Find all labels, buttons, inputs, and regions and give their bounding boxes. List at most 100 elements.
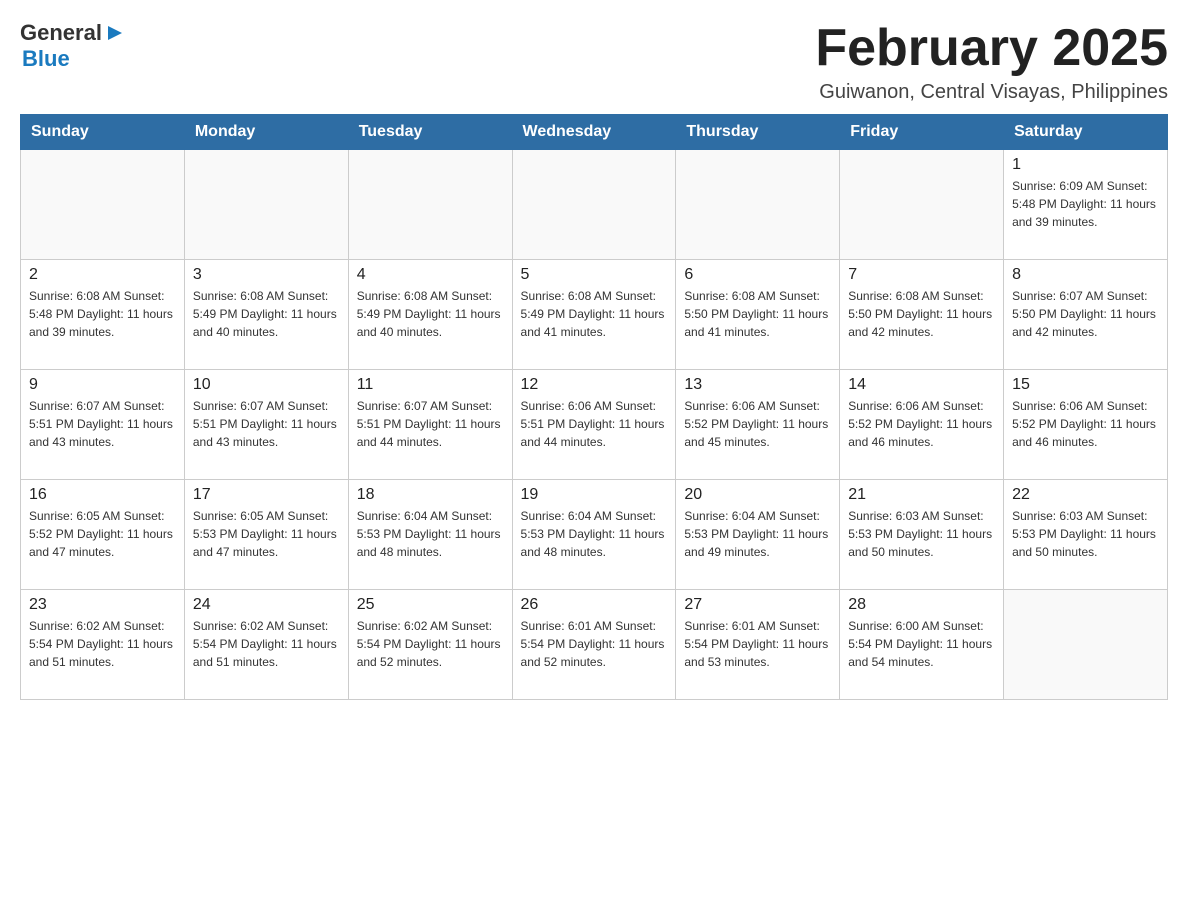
logo-blue-text: Blue: [22, 46, 124, 72]
calendar-day: 18 Sunrise: 6:04 AM Sunset: 5:53 PM Dayli…: [348, 480, 512, 590]
calendar-week-4: 16Sunrise: 6:05 AM Sunset: 5:52 PM Dayli…: [21, 480, 1168, 590]
day-info: Sunrise: 6:09 AM Sunset: 5:48 PM Dayligh…: [1012, 177, 1159, 231]
logo-general-text: General: [20, 20, 102, 46]
day-number: 14: [848, 376, 995, 394]
day-number: 18: [357, 486, 504, 504]
day-info: Sunrise: 6:08 AM Sunset: 5:49 PM Dayligh…: [521, 287, 668, 341]
day-number: 3: [193, 266, 340, 284]
day-info: Sunrise: 6:07 AM Sunset: 5:51 PM Dayligh…: [357, 397, 504, 451]
calendar-day: 1 Sunrise: 6:09 AM Sunset: 5:48 PM Daylig…: [1004, 150, 1168, 260]
calendar-header-row: Sunday Monday Tuesday Wednesday Thursday…: [21, 115, 1168, 150]
header-friday: Friday: [840, 115, 1004, 150]
day-info: Sunrise: 6:08 AM Sunset: 5:50 PM Dayligh…: [848, 287, 995, 341]
logo-arrow-icon: [106, 24, 124, 42]
day-number: 27: [684, 596, 831, 614]
day-number: 20: [684, 486, 831, 504]
header-saturday: Saturday: [1004, 115, 1168, 150]
calendar-day: 27Sunrise: 6:01 AM Sunset: 5:54 PM Dayli…: [676, 590, 840, 700]
day-info: Sunrise: 6:08 AM Sunset: 5:48 PM Dayligh…: [29, 287, 176, 341]
calendar-day: 11Sunrise: 6:07 AM Sunset: 5:51 PM Dayli…: [348, 370, 512, 480]
day-info: Sunrise: 6:05 AM Sunset: 5:53 PM Dayligh…: [193, 507, 340, 561]
day-number: 23: [29, 596, 176, 614]
calendar-day: 16Sunrise: 6:05 AM Sunset: 5:52 PM Dayli…: [21, 480, 185, 590]
day-info: Sunrise: 6:06 AM Sunset: 5:52 PM Dayligh…: [684, 397, 831, 451]
header-thursday: Thursday: [676, 115, 840, 150]
calendar-day: 10 Sunrise: 6:07 AM Sunset: 5:51 PM Dayli…: [184, 370, 348, 480]
day-number: 25: [357, 596, 504, 614]
day-number: 9: [29, 376, 176, 394]
calendar-day: 6Sunrise: 6:08 AM Sunset: 5:50 PM Daylig…: [676, 260, 840, 370]
logo: General Blue: [20, 20, 124, 72]
calendar-day: [840, 150, 1004, 260]
title-section: February 2025 Guiwanon, Central Visayas,…: [815, 20, 1168, 104]
calendar-day: 13 Sunrise: 6:06 AM Sunset: 5:52 PM Dayli…: [676, 370, 840, 480]
calendar-day: 17 Sunrise: 6:05 AM Sunset: 5:53 PM Dayli…: [184, 480, 348, 590]
calendar-day: 12 Sunrise: 6:06 AM Sunset: 5:51 PM Dayli…: [512, 370, 676, 480]
calendar-day: [512, 150, 676, 260]
calendar-day: [348, 150, 512, 260]
calendar-day: 9 Sunrise: 6:07 AM Sunset: 5:51 PM Daylig…: [21, 370, 185, 480]
day-info: Sunrise: 6:06 AM Sunset: 5:52 PM Dayligh…: [848, 397, 995, 451]
calendar-day: 5 Sunrise: 6:08 AM Sunset: 5:49 PM Daylig…: [512, 260, 676, 370]
day-info: Sunrise: 6:01 AM Sunset: 5:54 PM Dayligh…: [521, 617, 668, 671]
calendar-day: 26 Sunrise: 6:01 AM Sunset: 5:54 PM Dayli…: [512, 590, 676, 700]
day-info: Sunrise: 6:08 AM Sunset: 5:49 PM Dayligh…: [193, 287, 340, 341]
calendar-day: [184, 150, 348, 260]
day-number: 2: [29, 266, 176, 284]
day-number: 5: [521, 266, 668, 284]
day-info: Sunrise: 6:02 AM Sunset: 5:54 PM Dayligh…: [357, 617, 504, 671]
main-title: February 2025: [815, 20, 1168, 77]
calendar-week-1: 1 Sunrise: 6:09 AM Sunset: 5:48 PM Daylig…: [21, 150, 1168, 260]
day-info: Sunrise: 6:07 AM Sunset: 5:51 PM Dayligh…: [29, 397, 176, 451]
day-number: 4: [357, 266, 504, 284]
calendar-day: 20 Sunrise: 6:04 AM Sunset: 5:53 PM Dayli…: [676, 480, 840, 590]
calendar-table: Sunday Monday Tuesday Wednesday Thursday…: [20, 114, 1168, 700]
day-number: 13: [684, 376, 831, 394]
day-info: Sunrise: 6:07 AM Sunset: 5:50 PM Dayligh…: [1012, 287, 1159, 341]
day-number: 10: [193, 376, 340, 394]
day-info: Sunrise: 6:08 AM Sunset: 5:49 PM Dayligh…: [357, 287, 504, 341]
day-info: Sunrise: 6:03 AM Sunset: 5:53 PM Dayligh…: [1012, 507, 1159, 561]
calendar-day: 3 Sunrise: 6:08 AM Sunset: 5:49 PM Daylig…: [184, 260, 348, 370]
day-number: 21: [848, 486, 995, 504]
day-info: Sunrise: 6:04 AM Sunset: 5:53 PM Dayligh…: [357, 507, 504, 561]
calendar-day: 28Sunrise: 6:00 AM Sunset: 5:54 PM Dayli…: [840, 590, 1004, 700]
calendar-week-3: 9 Sunrise: 6:07 AM Sunset: 5:51 PM Daylig…: [21, 370, 1168, 480]
day-number: 26: [521, 596, 668, 614]
day-info: Sunrise: 6:04 AM Sunset: 5:53 PM Dayligh…: [521, 507, 668, 561]
day-info: Sunrise: 6:02 AM Sunset: 5:54 PM Dayligh…: [193, 617, 340, 671]
calendar-day: 2 Sunrise: 6:08 AM Sunset: 5:48 PM Daylig…: [21, 260, 185, 370]
day-number: 17: [193, 486, 340, 504]
day-number: 8: [1012, 266, 1159, 284]
day-info: Sunrise: 6:06 AM Sunset: 5:52 PM Dayligh…: [1012, 397, 1159, 451]
day-info: Sunrise: 6:06 AM Sunset: 5:51 PM Dayligh…: [521, 397, 668, 451]
day-number: 7: [848, 266, 995, 284]
calendar-day: 7 Sunrise: 6:08 AM Sunset: 5:50 PM Daylig…: [840, 260, 1004, 370]
header-tuesday: Tuesday: [348, 115, 512, 150]
day-number: 1: [1012, 156, 1159, 174]
day-number: 16: [29, 486, 176, 504]
day-number: 19: [521, 486, 668, 504]
day-number: 24: [193, 596, 340, 614]
day-info: Sunrise: 6:03 AM Sunset: 5:53 PM Dayligh…: [848, 507, 995, 561]
header-wednesday: Wednesday: [512, 115, 676, 150]
calendar-day: 19 Sunrise: 6:04 AM Sunset: 5:53 PM Dayli…: [512, 480, 676, 590]
calendar-week-2: 2 Sunrise: 6:08 AM Sunset: 5:48 PM Daylig…: [21, 260, 1168, 370]
calendar-day: 25 Sunrise: 6:02 AM Sunset: 5:54 PM Dayli…: [348, 590, 512, 700]
calendar-day: 15Sunrise: 6:06 AM Sunset: 5:52 PM Dayli…: [1004, 370, 1168, 480]
day-number: 12: [521, 376, 668, 394]
calendar-day: 8 Sunrise: 6:07 AM Sunset: 5:50 PM Daylig…: [1004, 260, 1168, 370]
page-header: General Blue February 2025 Guiwanon, Cen…: [20, 20, 1168, 104]
subtitle: Guiwanon, Central Visayas, Philippines: [815, 81, 1168, 104]
day-number: 28: [848, 596, 995, 614]
day-info: Sunrise: 6:04 AM Sunset: 5:53 PM Dayligh…: [684, 507, 831, 561]
day-info: Sunrise: 6:07 AM Sunset: 5:51 PM Dayligh…: [193, 397, 340, 451]
header-sunday: Sunday: [21, 115, 185, 150]
day-info: Sunrise: 6:08 AM Sunset: 5:50 PM Dayligh…: [684, 287, 831, 341]
calendar-day: [21, 150, 185, 260]
header-monday: Monday: [184, 115, 348, 150]
calendar-day: [1004, 590, 1168, 700]
calendar-day: [676, 150, 840, 260]
day-number: 22: [1012, 486, 1159, 504]
calendar-day: 14 Sunrise: 6:06 AM Sunset: 5:52 PM Dayli…: [840, 370, 1004, 480]
